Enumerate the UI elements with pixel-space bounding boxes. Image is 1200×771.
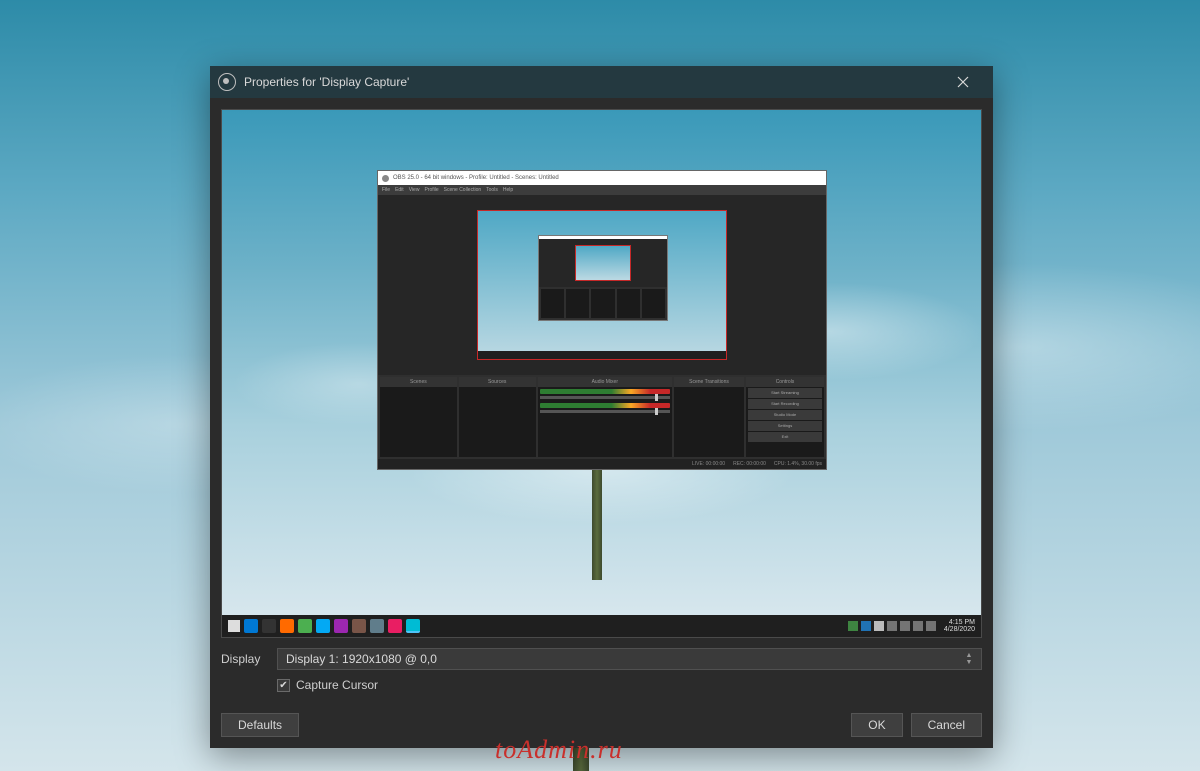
- display-dropdown[interactable]: Display 1: 1920x1080 @ 0,0 ▲▼: [277, 648, 982, 670]
- taskbar-item: [244, 619, 258, 633]
- source-preview: OBS 25.0 - 64 bit windows - Profile: Unt…: [221, 109, 982, 638]
- taskbar-item: [262, 619, 276, 633]
- capture-cursor-checkbox[interactable]: ✔: [277, 679, 290, 692]
- display-label: Display: [221, 652, 267, 666]
- dialog-title: Properties for 'Display Capture': [244, 75, 409, 89]
- capture-cursor-label[interactable]: Capture Cursor: [296, 678, 378, 692]
- taskbar-clock: 4:15 PM4/28/2020: [944, 619, 975, 633]
- taskbar-item: [280, 619, 294, 633]
- close-button[interactable]: [941, 66, 985, 98]
- dialog-titlebar[interactable]: Properties for 'Display Capture': [210, 66, 993, 98]
- ok-button[interactable]: OK: [851, 713, 902, 737]
- taskbar-item: [316, 619, 330, 633]
- settings-panel: Display Display 1: 1920x1080 @ 0,0 ▲▼ ✔ …: [221, 638, 982, 692]
- defaults-button[interactable]: Defaults: [221, 713, 299, 737]
- obs-icon: [218, 73, 236, 91]
- taskbar-item: [298, 619, 312, 633]
- capture-cursor-row: ✔ Capture Cursor: [277, 678, 982, 692]
- dropdown-spinner-icon: ▲▼: [961, 649, 977, 669]
- watermark-text: toAdmin.ru: [495, 735, 623, 765]
- start-icon: [228, 620, 240, 632]
- display-dropdown-value: Display 1: 1920x1080 @ 0,0: [286, 652, 437, 666]
- taskbar-item: [370, 619, 384, 633]
- preview-taskbar: 4:15 PM4/28/2020: [222, 615, 981, 637]
- cancel-button[interactable]: Cancel: [911, 713, 982, 737]
- taskbar-item: [334, 619, 348, 633]
- close-icon: [957, 76, 969, 88]
- properties-dialog: Properties for 'Display Capture' OBS 25.…: [210, 66, 993, 748]
- preview-obs-window: OBS 25.0 - 64 bit windows - Profile: Unt…: [377, 170, 827, 470]
- system-tray: [848, 621, 936, 631]
- taskbar-item: [352, 619, 366, 633]
- taskbar-item-active: [406, 619, 420, 633]
- display-row: Display Display 1: 1920x1080 @ 0,0 ▲▼: [221, 648, 982, 670]
- dialog-body: OBS 25.0 - 64 bit windows - Profile: Unt…: [210, 98, 993, 703]
- taskbar-item: [388, 619, 402, 633]
